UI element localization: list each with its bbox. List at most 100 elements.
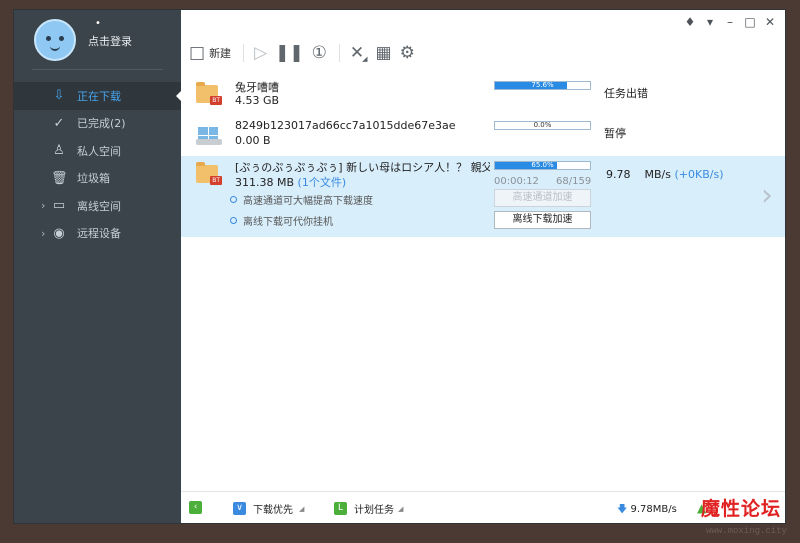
task-speed: 9.78 MB/s (+0KB/s)	[606, 168, 723, 181]
play-icon: ▷	[254, 43, 268, 63]
dropdown-arrow-icon: ◢	[362, 55, 368, 63]
priority-shield-icon: ∨	[233, 502, 246, 515]
sidebar-item-label: 离线空间	[77, 199, 121, 213]
task-name: [ぷぅのぷぅぷぅぷぅ] 新しい母はロシア人！？ 親父にな...	[235, 161, 490, 174]
status-bar: ‹ ∨ 下载优先 ◢ L 计划任务 ◢ 🡇 9.78MB/s ▲	[181, 491, 785, 523]
sidebar-item-completed[interactable]: ✓ 已完成(2)	[14, 110, 181, 138]
elapsed-time: 00:00:12	[494, 176, 539, 187]
new-task-button[interactable]: □ 新建	[189, 43, 231, 63]
sidebar-item-label: 私人空间	[77, 144, 121, 158]
high-speed-tip: 高速通道可大幅提高下载速度	[230, 192, 373, 207]
task-size: 4.53 GB	[235, 94, 280, 107]
expand-chevron-icon[interactable]: ›	[41, 227, 45, 240]
download-arrow-icon: 🡇	[617, 504, 628, 515]
sidebar-nav: ⇩ 正在下载 ✓ 已完成(2) ♙ 私人空间 🗑 垃圾箱 › ▭ 离线空间 ›	[14, 82, 182, 248]
pause-button[interactable]: ❚❚	[275, 43, 304, 63]
task-size: 0.00 B	[235, 134, 271, 147]
offline-space-icon: ▭	[52, 198, 66, 214]
task-row-selected[interactable]: BT [ぷぅのぷぅぷぅぷぅ] 新しい母はロシア人！？ 親父にな... 311.3…	[181, 156, 785, 237]
settings-button[interactable]: ⚙	[400, 43, 415, 63]
task-row[interactable]: 8249b123017ad66cc7a1015dde67e3ae 0.00 B …	[181, 116, 785, 156]
sidebar-item-remote-devices[interactable]: › ◉ 远程设备	[14, 220, 181, 248]
speed-value: 9.78	[606, 168, 631, 181]
number-one-circle-icon: ①	[311, 43, 327, 63]
sidebar-item-label: 垃圾箱	[77, 172, 110, 186]
user-status-dot: •	[95, 18, 101, 29]
new-file-icon: □	[189, 43, 206, 63]
sidebar-item-label: 远程设备	[77, 227, 121, 241]
pause-icon: ❚❚	[275, 43, 304, 63]
schedule-label: 计划任务	[354, 505, 394, 516]
sidebar-item-label: 正在下载	[77, 89, 121, 103]
private-user-icon: ♙	[53, 143, 65, 159]
minimize-icon[interactable]: –	[723, 15, 737, 29]
task-size: 311.38 MB	[235, 176, 295, 189]
chevron-right-icon[interactable]: ›	[761, 178, 773, 213]
close-icon[interactable]: ✕	[763, 15, 777, 29]
sidebar-item-offline-space[interactable]: › ▭ 离线空间	[14, 192, 181, 220]
task-status: 任务出错	[604, 87, 648, 100]
total-speed-value: 9.78MB/s	[630, 504, 677, 515]
chevron-left-icon: ‹	[189, 501, 202, 514]
priority-label: 下载优先	[253, 505, 293, 516]
task-status: 暂停	[604, 127, 626, 140]
progress-bar: 75.6%	[494, 81, 591, 90]
gear-icon: ⚙	[399, 43, 415, 63]
avatar[interactable]	[34, 19, 76, 61]
sidebar-item-private-space[interactable]: ♙ 私人空间	[14, 137, 181, 165]
progress-bar: 65.0%	[494, 161, 591, 170]
progress-bar: 0.0%	[494, 121, 591, 130]
watermark-url: www.moxing.city	[706, 526, 788, 536]
total-download-speed: 🡇 9.78MB/s	[617, 502, 677, 519]
limit-speed-button[interactable]: ①	[312, 43, 327, 63]
file-count-link[interactable]: (1个文件)	[298, 176, 347, 189]
toolbar: □ 新建 ▷ ❚❚ ① ✕ ◢ ▦ ⚙	[189, 40, 423, 66]
sidebar-item-trash[interactable]: 🗑 垃圾箱	[14, 165, 181, 193]
progress-percent: 0.0%	[533, 121, 552, 129]
offline-accelerate-button[interactable]: 离线下载加速	[494, 211, 591, 229]
speed-unit: MB/s	[644, 168, 671, 181]
upload-speed: (+0KB/s)	[674, 168, 724, 181]
progress-percent: 65.0%	[531, 161, 554, 169]
trash-icon: 🗑	[51, 170, 68, 186]
download-arrow-icon: ⇩	[53, 88, 65, 104]
sidebar-item-label: 已完成(2)	[77, 117, 126, 131]
dropdown-arrow-icon: ◢	[398, 504, 404, 513]
sidebar-item-downloading[interactable]: ⇩ 正在下载	[14, 82, 182, 110]
dropdown-arrow-icon: ◢	[299, 504, 305, 513]
skin-shirt-icon[interactable]: ♦	[683, 15, 697, 29]
avatar-mouth-icon	[50, 46, 60, 51]
login-link[interactable]: 点击登录	[88, 33, 132, 49]
windows-disk-icon	[196, 122, 222, 145]
main-panel: ♦ ▾ – □ ✕ □ 新建 ▷ ❚❚ ① ✕ ◢ ▦ ⚙ BT 兔牙嘈嘈 4.5…	[181, 10, 785, 523]
delete-button[interactable]: ✕ ◢	[350, 43, 368, 63]
scheduled-task-button[interactable]: L 计划任务 ◢	[334, 501, 403, 516]
toolbar-divider	[243, 44, 245, 62]
check-circle-icon: ✓	[53, 115, 65, 131]
task-row[interactable]: BT 兔牙嘈嘈 4.53 GB 75.6% 任务出错	[181, 76, 785, 116]
menu-icon[interactable]: ▾	[703, 15, 717, 29]
new-task-label: 新建	[209, 47, 232, 60]
avatar-eye-icon	[46, 36, 51, 41]
expand-chevron-icon[interactable]: ›	[41, 199, 45, 212]
offline-tip: 离线下载可代你挂机	[230, 213, 333, 228]
high-speed-accelerate-button[interactable]: 高速通道加速	[494, 189, 591, 207]
window-controls: ♦ ▾ – □ ✕	[683, 15, 777, 29]
maximize-icon[interactable]: □	[743, 15, 757, 29]
avatar-eye-icon	[59, 36, 64, 41]
bt-folder-icon: BT	[196, 82, 222, 105]
sidebar: • 点击登录 ⇩ 正在下载 ✓ 已完成(2) ♙ 私人空间 🗑 垃圾箱 › ▭	[14, 10, 182, 523]
schedule-icon: L	[334, 502, 347, 515]
task-name: 兔牙嘈嘈	[235, 81, 279, 94]
download-priority-button[interactable]: ∨ 下载优先 ◢	[233, 501, 304, 516]
sidebar-divider	[32, 69, 163, 70]
task-list: BT 兔牙嘈嘈 4.53 GB 75.6% 任务出错 8249b123017ad…	[181, 76, 785, 237]
watermark-logo: 魔性论坛	[701, 498, 782, 520]
thunder-window: • 点击登录 ⇩ 正在下载 ✓ 已完成(2) ♙ 私人空间 🗑 垃圾箱 › ▭	[13, 9, 786, 524]
collapse-sidebar-button[interactable]: ‹	[189, 501, 209, 514]
remote-device-icon: ◉	[53, 225, 65, 241]
toolbar-divider	[338, 44, 340, 62]
view-mode-button[interactable]: ▦	[376, 43, 392, 63]
start-button[interactable]: ▷	[254, 43, 267, 63]
task-size-line: 311.38 MB (1个文件)	[235, 174, 346, 190]
